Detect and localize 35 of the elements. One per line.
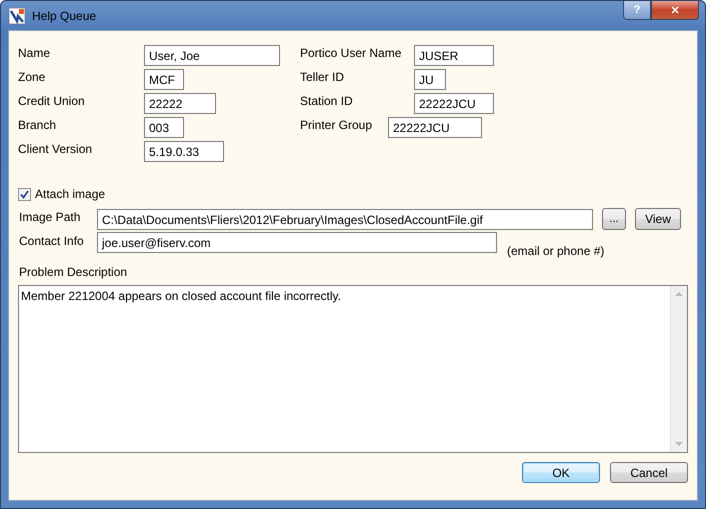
text-field[interactable]: 22222JCU (388, 117, 482, 138)
ok-button[interactable]: OK (522, 462, 600, 483)
browse-button[interactable]: ... (602, 208, 626, 230)
field-label: Portico User Name (300, 45, 402, 60)
view-button[interactable]: View (635, 208, 681, 230)
text-field[interactable]: User, Joe (144, 45, 280, 66)
field-label: Problem Description (19, 265, 128, 279)
field-label: Contact Info (19, 233, 85, 248)
contact-field[interactable]: joe.user@fiserv.com (97, 232, 497, 253)
checkbox[interactable] (18, 188, 31, 200)
text-field[interactable]: 22222 (144, 93, 216, 114)
text-field[interactable]: JUSER (414, 45, 494, 66)
description-textarea[interactable]: Member 2212004 appears on closed account file incorrectly. (18, 285, 688, 453)
text-field[interactable]: MCF (144, 69, 184, 90)
field-label: Name (18, 45, 52, 60)
app-icon (9, 8, 25, 24)
text-field[interactable]: 003 (144, 117, 184, 138)
window-title: Help Queue (32, 8, 96, 22)
hint-text: (email or phone #) (507, 244, 604, 258)
field-label: Client Version (18, 141, 94, 156)
field-label: Image Path (19, 209, 82, 224)
image-path-field[interactable]: C:\Data\Documents\Fliers\2012\February\Images\ClosedAccountFile.gif (97, 208, 593, 230)
checkbox-label: Attach image (35, 187, 106, 201)
field-label: Zone (18, 69, 46, 84)
scrollbar[interactable] (670, 286, 687, 452)
field-label: Teller ID (300, 69, 346, 84)
text-field[interactable]: JU (414, 69, 446, 90)
close-button[interactable]: ✕ (651, 1, 699, 20)
text-field[interactable]: 5.19.0.33 (144, 141, 224, 162)
field-label: Branch (18, 117, 58, 132)
field-label: Station ID (300, 93, 354, 108)
cancel-button[interactable]: Cancel (610, 462, 688, 483)
field-label: Printer Group (300, 117, 374, 132)
field-label: Credit Union (18, 93, 86, 108)
text-field[interactable]: 22222JCU (414, 93, 494, 114)
